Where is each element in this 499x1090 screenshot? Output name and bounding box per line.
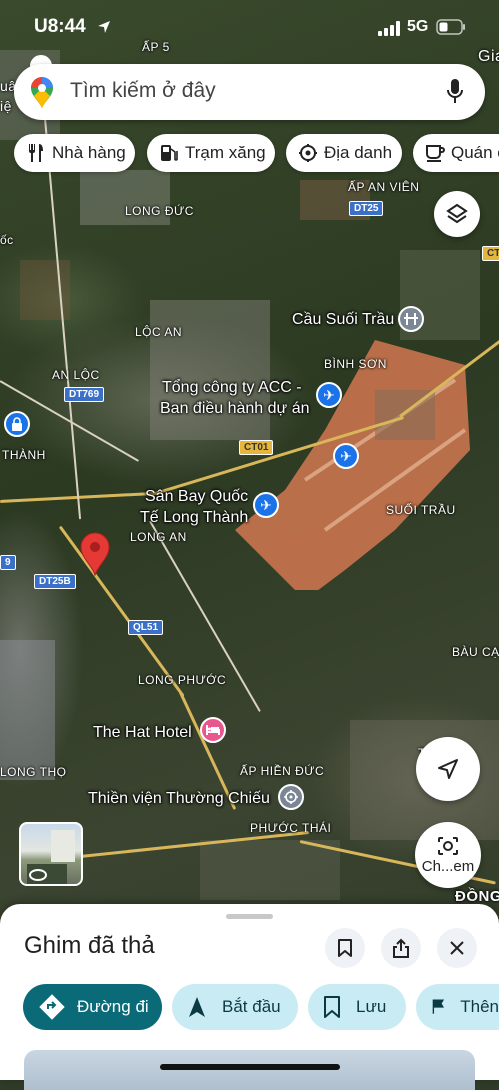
road-shield: CT01 — [482, 246, 499, 261]
start-button[interactable]: Bắt đầu — [172, 984, 298, 1030]
bottom-sheet[interactable]: Ghim đã thả Đường đi Bắt đầu Lưu Thên — [0, 904, 499, 1090]
close-icon — [450, 941, 464, 955]
status-bar: U8:44 5G — [0, 0, 499, 56]
place-label: LONG PHƯỚC — [138, 673, 227, 687]
share-button[interactable] — [381, 928, 421, 968]
landmark-icon — [299, 144, 317, 162]
location-arrow-icon — [98, 21, 110, 33]
home-indicator — [160, 1064, 340, 1070]
layers-icon — [446, 203, 468, 224]
signal-icon — [378, 21, 400, 36]
place-label: ốc — [0, 233, 14, 247]
search-input[interactable]: Tìm kiếm ở đây — [70, 79, 216, 103]
chip-label: Địa danh — [324, 143, 393, 162]
save-button[interactable]: Lưu — [308, 984, 406, 1030]
lens-button[interactable]: Ch...em — [415, 822, 481, 888]
place-photo[interactable] — [24, 1050, 475, 1090]
street-view-icon — [29, 869, 47, 881]
road-shield: CT01 — [239, 440, 274, 455]
place-label: LONG ĐỨC — [125, 204, 194, 218]
chip-gas-stations[interactable]: Trạm xăng — [147, 134, 275, 172]
directions-icon — [39, 994, 65, 1020]
start-label: Bắt đầu — [222, 997, 281, 1016]
place-label: LONG AN — [130, 530, 187, 544]
dropped-pin-icon[interactable] — [79, 532, 111, 576]
place-label: BÌNH SƠN — [324, 357, 387, 371]
recenter-button[interactable] — [416, 737, 480, 801]
chip-label: Nhà hàng — [52, 143, 126, 162]
airplane-icon[interactable]: ✈ — [316, 382, 342, 408]
search-bar[interactable]: Tìm kiếm ở đây — [14, 64, 485, 120]
poi-label-airport[interactable]: Tế Long Thành — [140, 507, 248, 528]
camera-search-icon — [438, 836, 458, 855]
road-shield: DT25 — [349, 201, 384, 216]
place-label: ẤP HIỀN ĐỨC — [240, 764, 325, 778]
status-time: U8:44 — [34, 16, 86, 37]
chip-landmarks[interactable]: Địa danh — [286, 134, 402, 172]
category-chips: Nhà hàng Trạm xăng Địa danh Quán c — [14, 134, 499, 172]
hotel-icon[interactable] — [200, 717, 226, 743]
poi-label-hotel[interactable]: The Hat Hotel — [93, 722, 192, 743]
label-button[interactable]: Thên — [416, 984, 499, 1030]
network-type: 5G — [407, 18, 429, 35]
poi-label-airport[interactable]: Sân Bay Quốc — [145, 486, 248, 507]
place-label: AN LỘC — [52, 368, 100, 382]
cafe-icon — [426, 145, 445, 162]
temple-icon[interactable] — [278, 784, 304, 810]
road-shield: QL51 — [128, 620, 164, 635]
bookmark-button[interactable] — [325, 928, 365, 968]
place-label: ĐỒNG — [455, 888, 499, 905]
save-label: Lưu — [356, 997, 387, 1016]
microphone-icon[interactable] — [447, 79, 463, 105]
road-shield: 9 — [0, 555, 16, 570]
restaurant-icon — [29, 144, 43, 162]
airplane-icon[interactable]: ✈ — [333, 443, 359, 469]
battery-icon — [436, 19, 465, 35]
lens-label: Ch...em — [421, 857, 475, 875]
bookmark-icon — [338, 939, 352, 957]
gas-station-icon — [161, 145, 178, 161]
poi-label-acc[interactable]: Ban điều hành dự án — [160, 398, 310, 419]
poi-label-acc[interactable]: Tổng công ty ACC - — [162, 377, 302, 398]
bookmark-icon — [324, 996, 340, 1018]
place-label: iệ — [0, 98, 12, 114]
poi-label-cau-suoi-trau[interactable]: Cầu Suối Trầu — [292, 309, 394, 330]
bridge-icon[interactable] — [398, 306, 424, 332]
place-label: SUỐI TRẦU — [386, 503, 456, 517]
road-shield: DT769 — [64, 387, 105, 402]
street-view-thumbnail[interactable] — [19, 822, 83, 886]
sheet-drag-handle[interactable] — [226, 914, 273, 919]
navigation-start-icon — [189, 997, 205, 1017]
place-label: LONG THỌ — [0, 765, 67, 779]
chip-restaurants[interactable]: Nhà hàng — [14, 134, 135, 172]
directions-button[interactable]: Đường đi — [23, 984, 162, 1030]
directions-label: Đường đi — [77, 997, 149, 1016]
chip-cafes[interactable]: Quán c — [413, 134, 499, 172]
chip-label: Quán c — [451, 143, 499, 162]
sheet-title: Ghim đã thả — [24, 932, 155, 959]
lock-icon[interactable] — [4, 411, 30, 437]
road-shield: DT25B — [34, 574, 76, 589]
building-shape — [51, 830, 75, 862]
poi-label-temple[interactable]: Thiền viện Thường Chiếu — [88, 788, 270, 809]
share-icon — [393, 938, 409, 958]
place-label: PHƯỚC THÁI — [250, 821, 332, 835]
layers-button[interactable] — [434, 191, 480, 237]
label-label: Thên — [460, 997, 499, 1016]
place-label: BÀU CẠN — [452, 645, 499, 659]
place-label: ẤP AN VIÊN — [348, 180, 420, 194]
navigation-arrow-icon — [438, 759, 458, 779]
flag-icon — [432, 999, 445, 1014]
place-label: THÀNH — [2, 448, 46, 462]
airplane-icon[interactable]: ✈ — [253, 492, 279, 518]
chip-label: Trạm xăng — [185, 143, 266, 162]
close-button[interactable] — [437, 928, 477, 968]
google-maps-logo-icon — [31, 77, 53, 108]
place-label: LỘC AN — [135, 325, 183, 339]
